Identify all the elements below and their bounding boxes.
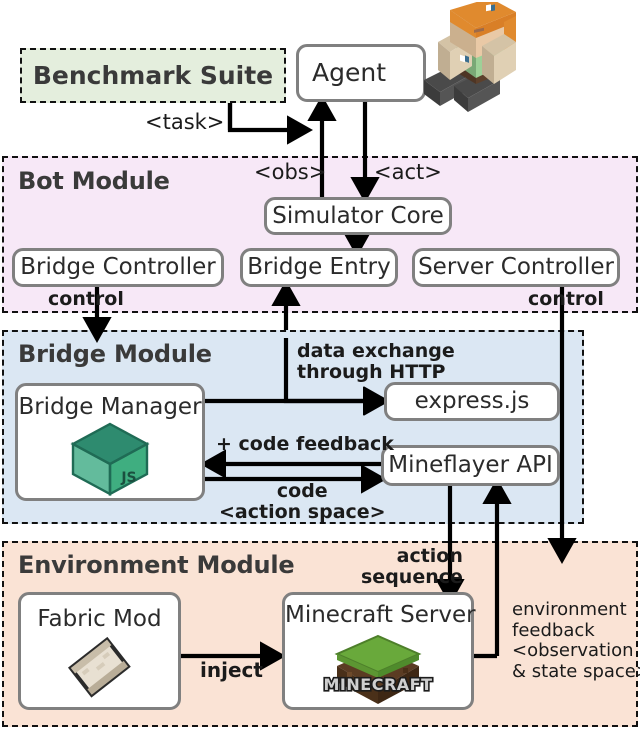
- minecraft-grass-block-icon: MINECRAFT: [322, 634, 434, 705]
- minecraft-server-box[interactable]: Minecraft Server MINECRAFT: [282, 592, 476, 710]
- code-feedback-edge-label: + code feedback: [216, 433, 394, 455]
- environment-module-title: Environment Module: [18, 551, 295, 579]
- control-left-edge-label: control: [48, 288, 124, 310]
- benchmark-suite-label: Benchmark Suite: [32, 61, 274, 90]
- svg-text:JS: JS: [120, 470, 136, 486]
- agent-label: Agent: [312, 57, 386, 87]
- simulator-core-box[interactable]: Simulator Core: [264, 197, 452, 235]
- act-edge-label: <act>: [374, 160, 442, 184]
- bot-module-title: Bot Module: [18, 167, 170, 195]
- bridge-manager-label: Bridge Manager: [18, 393, 202, 420]
- bridge-manager-box[interactable]: Bridge Manager JS: [15, 383, 205, 501]
- express-js-label: express.js: [414, 388, 530, 415]
- fabric-mod-label: Fabric Mod: [37, 606, 162, 633]
- minecraft-wordmark: MINECRAFT: [324, 675, 433, 694]
- server-controller-box[interactable]: Server Controller: [412, 248, 620, 287]
- action-sequence-edge-label: action sequence: [361, 545, 463, 589]
- inject-edge-label: inject: [200, 658, 263, 682]
- obs-edge-label: <obs>: [254, 160, 327, 184]
- code-action-space-edge-label: code <action space>: [219, 480, 386, 524]
- control-right-edge-label: control: [528, 288, 604, 310]
- benchmark-suite-box[interactable]: Benchmark Suite: [20, 48, 286, 103]
- bridge-module-title: Bridge Module: [18, 340, 212, 368]
- nodejs-cube-icon: JS: [70, 422, 150, 497]
- fabric-scroll-icon: [67, 636, 131, 698]
- express-js-box[interactable]: express.js: [384, 382, 560, 421]
- fabric-mod-box[interactable]: Fabric Mod: [18, 592, 181, 710]
- bridge-controller-box[interactable]: Bridge Controller: [12, 248, 224, 287]
- minecraft-server-label: Minecraft Server: [285, 601, 476, 628]
- server-controller-label: Server Controller: [418, 254, 614, 281]
- minecraft-alex-character-icon: [424, 2, 516, 112]
- task-edge-label: <task>: [145, 110, 225, 134]
- data-exchange-edge-label: data exchange through HTTP: [297, 340, 455, 384]
- bridge-entry-label: Bridge Entry: [247, 254, 391, 281]
- bridge-entry-box[interactable]: Bridge Entry: [240, 248, 398, 287]
- bridge-controller-label: Bridge Controller: [20, 254, 216, 281]
- mineflayer-api-box[interactable]: Mineflayer API: [381, 445, 560, 486]
- mineflayer-api-label: Mineflayer API: [388, 452, 553, 479]
- architecture-diagram: Bot Module Bridge Module Environment Mod…: [0, 0, 640, 729]
- environment-feedback-edge-label: environment feedback <observation & stat…: [512, 599, 640, 682]
- simulator-core-label: Simulator Core: [272, 202, 444, 229]
